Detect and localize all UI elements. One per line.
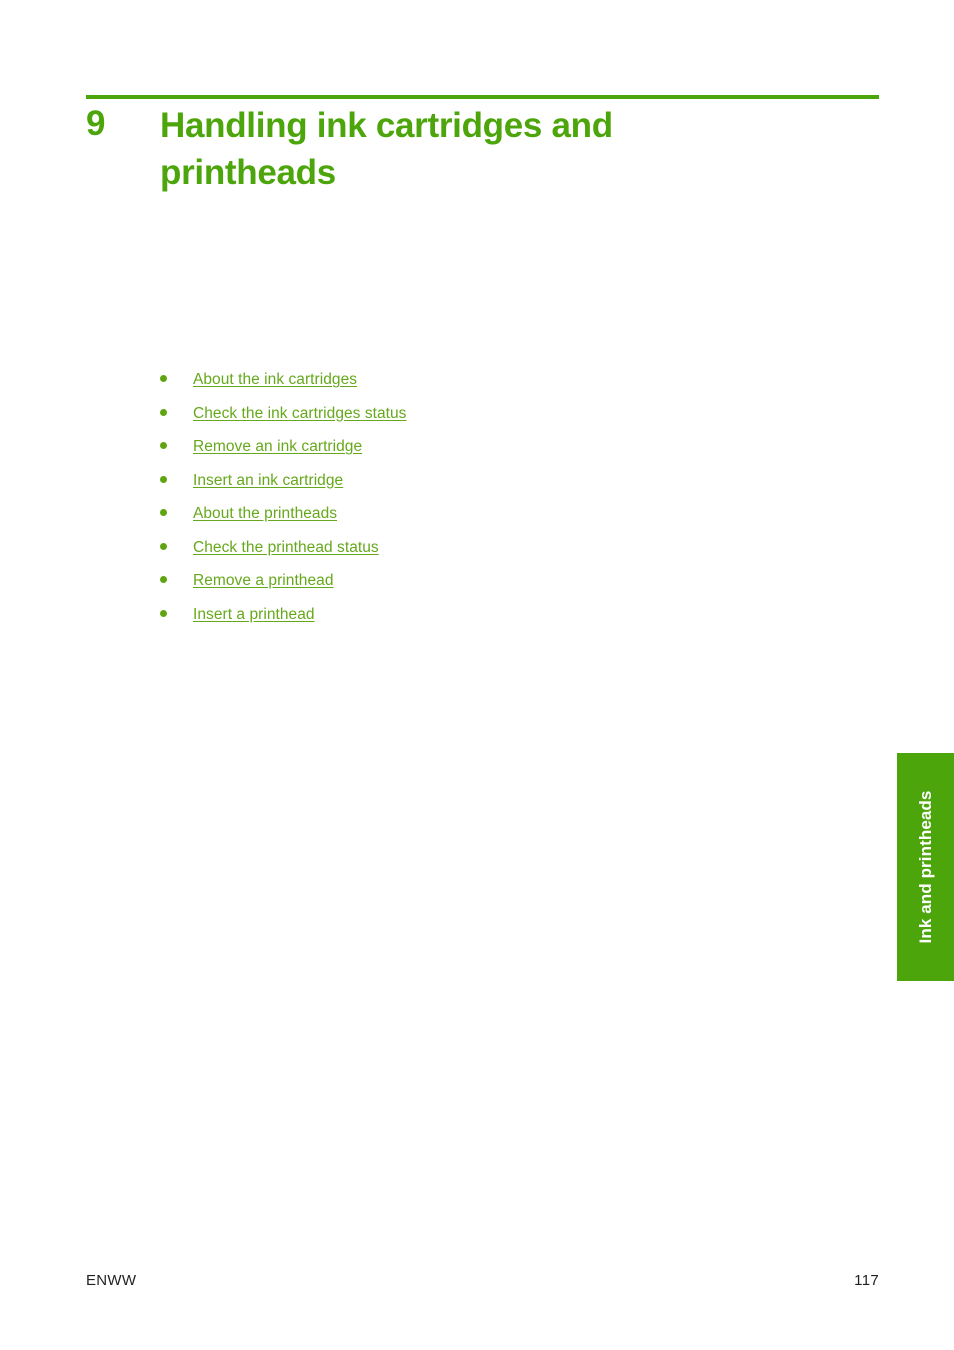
list-item: Insert an ink cartridge [155,470,755,504]
footer-language-code: ENWW [86,1272,137,1289]
toc-link-about-the-printheads[interactable]: About the printheads [193,505,337,522]
toc-link-remove-a-printhead[interactable]: Remove a printhead [193,572,333,589]
chapter-rule [86,95,879,99]
toc-link-insert-a-printhead[interactable]: Insert a printhead [193,606,315,623]
page-title: Handling ink cartridges and printheads [160,106,613,192]
list-item: Check the printhead status [155,537,755,571]
list-item: About the ink cartridges [155,369,755,403]
bullet-icon [160,375,167,382]
list-item: Insert a printhead [155,604,755,638]
toc-link-check-the-ink-cartridges-status[interactable]: Check the ink cartridges status [193,405,406,422]
bullet-icon [160,609,167,617]
document-page: 9 Handling ink cartridges and printheads… [0,0,954,1350]
bullet-icon [160,576,167,583]
page-footer: ENWW 117 [86,1272,879,1289]
side-thumb-tab-label: Ink and printheads [915,790,935,944]
chapter-link-list: About the ink cartridges Check the ink c… [155,369,755,637]
chapter-number: 9 [86,104,105,143]
side-thumb-tab: Ink and printheads [897,753,954,981]
bullet-icon [160,509,167,516]
bullet-icon [160,408,167,416]
list-item: Remove an ink cartridge [155,436,755,470]
toc-link-about-the-ink-cartridges[interactable]: About the ink cartridges [193,371,357,388]
bullet-icon [160,542,167,550]
list-item: Remove a printhead [155,570,755,604]
toc-link-remove-an-ink-cartridge[interactable]: Remove an ink cartridge [193,438,362,455]
list-item: Check the ink cartridges status [155,403,755,437]
bullet-icon [160,442,167,449]
list-item: About the printheads [155,503,755,537]
toc-link-insert-an-ink-cartridge[interactable]: Insert an ink cartridge [193,472,343,489]
page-number: 117 [854,1272,879,1289]
toc-link-check-the-printhead-status[interactable]: Check the printhead status [193,539,379,556]
bullet-icon [160,475,167,483]
